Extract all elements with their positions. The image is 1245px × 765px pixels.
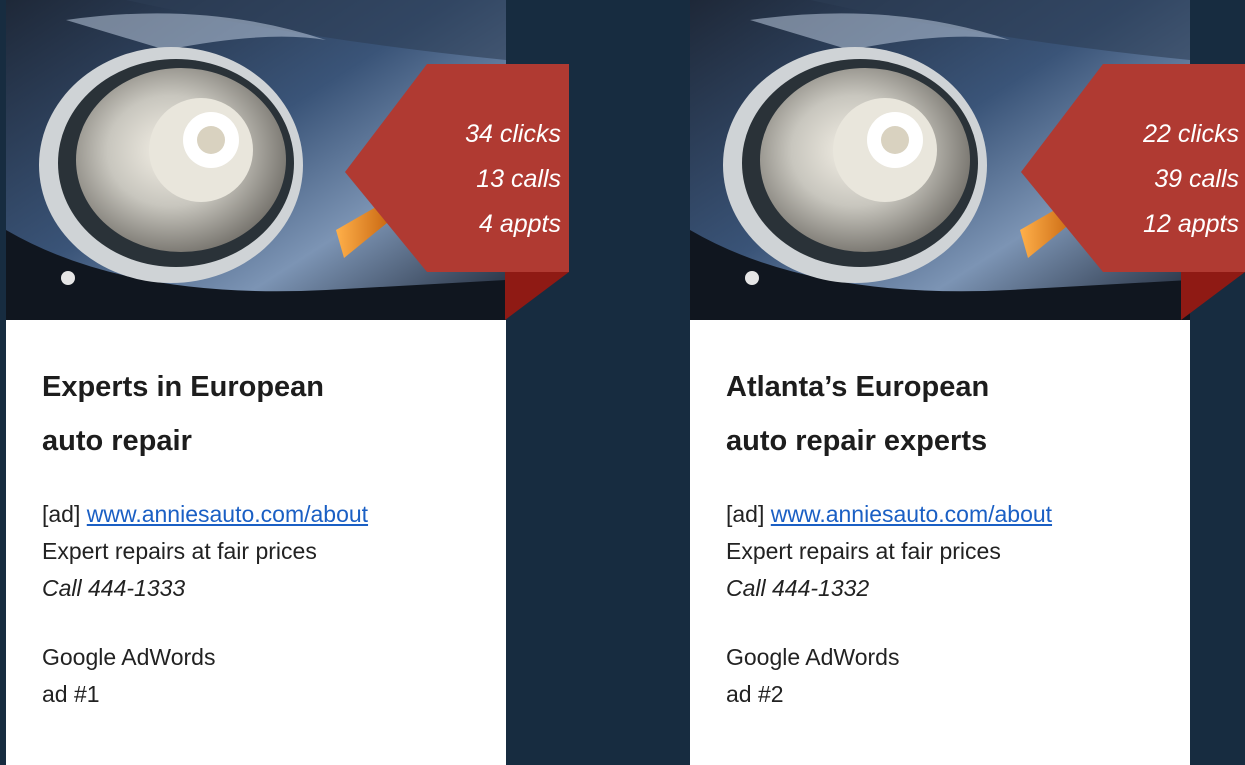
ad-call-text: Call 444-1332 bbox=[726, 575, 870, 601]
ad-number: ad #2 bbox=[726, 681, 784, 707]
ad-headline: Atlanta’s European auto repair experts bbox=[726, 371, 990, 457]
ad-url-line: [ad] www.anniesauto.com/about bbox=[726, 496, 1166, 533]
stat-appts: 4 appts bbox=[478, 210, 561, 238]
stats-flag-1: 34 clicks 13 calls 4 appts bbox=[345, 64, 569, 320]
stat-clicks: 22 clicks bbox=[1143, 120, 1239, 148]
ad-call-text: Call 444-1333 bbox=[42, 575, 186, 601]
ad-number: ad #1 bbox=[42, 681, 100, 707]
stat-clicks: 34 clicks bbox=[465, 120, 561, 148]
ad-url-line: [ad] www.anniesauto.com/about bbox=[42, 496, 482, 533]
stat-calls: 13 calls bbox=[476, 165, 561, 193]
ad-description: Expert repairs at fair prices bbox=[42, 538, 317, 564]
ad-label: [ad] bbox=[726, 501, 765, 527]
ad-label: [ad] bbox=[42, 501, 81, 527]
stats-flag-2: 22 clicks 39 calls 12 appts bbox=[1021, 64, 1245, 320]
ad-platform: Google AdWords bbox=[42, 644, 216, 670]
stat-appts: 12 appts bbox=[1143, 210, 1239, 238]
ad-url-link[interactable]: www.anniesauto.com/about bbox=[87, 501, 368, 527]
ad-description: Expert repairs at fair prices bbox=[726, 538, 1001, 564]
ad-platform: Google AdWords bbox=[726, 644, 900, 670]
ad-url-link[interactable]: www.anniesauto.com/about bbox=[771, 501, 1052, 527]
ad-headline: Experts in European auto repair bbox=[42, 371, 325, 457]
stat-calls: 39 calls bbox=[1154, 165, 1239, 193]
